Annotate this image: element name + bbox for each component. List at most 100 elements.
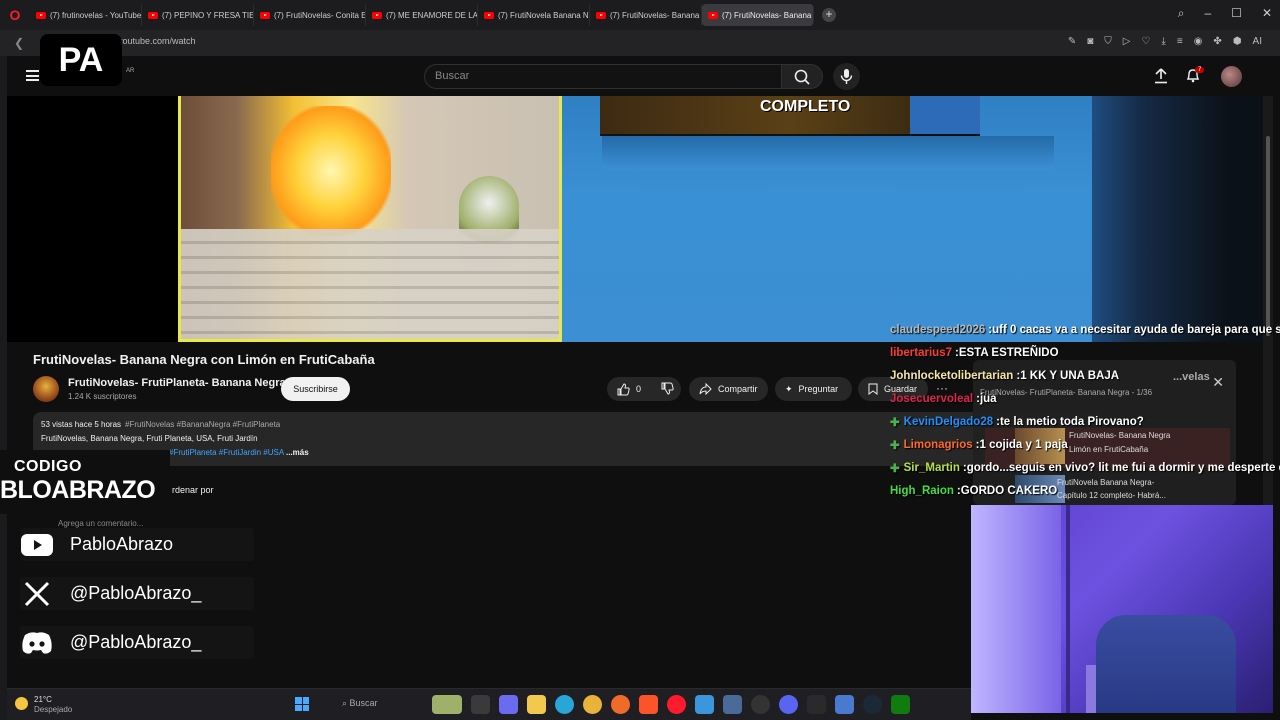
edge-icon[interactable] xyxy=(555,695,574,714)
avatar[interactable] xyxy=(1221,66,1242,87)
task-view-icon[interactable] xyxy=(471,695,490,714)
tab-label: (7) FrutiNovelas- Conita El xyxy=(274,10,366,20)
menu-icon[interactable]: ≡ xyxy=(1177,36,1183,47)
tab-1[interactable]: (7) frutinovelas - YouTube xyxy=(30,4,142,26)
tab-3[interactable]: (7) FrutiNovelas- Conita El xyxy=(254,4,366,26)
search-icon xyxy=(794,69,810,85)
chat-message: ✚ KevinDelgado28 : te la metio toda Pirov… xyxy=(890,416,1144,429)
scrollbar-thumb[interactable] xyxy=(1266,136,1270,336)
tab-7-active[interactable]: (7) FrutiNovelas- Banana xyxy=(702,4,814,26)
minimize-icon[interactable]: – xyxy=(1204,6,1211,21)
chat-text: ESTA ESTREÑIDO xyxy=(958,347,1059,359)
ask-button[interactable]: ✦ Preguntar xyxy=(775,377,852,401)
chat-text: gordo...seguis en vivo? lit me fui a dor… xyxy=(966,462,1280,474)
steam-icon[interactable] xyxy=(863,695,882,714)
banner-text: COMPLETO xyxy=(760,98,851,115)
webcam-wall xyxy=(971,505,1061,713)
chat-username: High_Raion xyxy=(890,485,954,497)
chat-username: Josecuervoleal xyxy=(890,393,974,405)
back-arrow-icon[interactable]: ❮ xyxy=(14,36,24,50)
widgets-icon[interactable] xyxy=(432,695,462,714)
window-controls: ⌕ – ☐ ✕ xyxy=(1178,6,1272,21)
description-text: FrutiNovelas, Banana Negra, Fruti Planet… xyxy=(41,434,258,443)
notification-badge: 7 xyxy=(1195,67,1205,73)
vscode-icon[interactable] xyxy=(695,695,714,714)
chat-message: ✚ Limonagrios : 1 cojida y 1 paja xyxy=(890,439,1068,452)
discord-icon xyxy=(20,626,54,659)
chat-badge-icon: ✚ xyxy=(890,417,900,429)
xbox-icon[interactable] xyxy=(891,695,910,714)
voice-search-button[interactable] xyxy=(833,63,860,90)
microphone-icon xyxy=(840,69,853,84)
stream-chat-overlay: claudespeed2026 : uff 0 cacas va a neces… xyxy=(890,320,1280,505)
subscribe-button[interactable]: Suscribirse xyxy=(281,377,350,401)
like-dislike-group: 0 xyxy=(607,377,681,401)
video-player[interactable]: COMPLETO xyxy=(7,96,1263,342)
tab-4[interactable]: (7) ME ENAMORE DE LA N xyxy=(366,4,478,26)
weather-temperature[interactable]: 21°C xyxy=(34,695,52,704)
tab-6[interactable]: (7) FrutiNovelas- Banana I xyxy=(590,4,702,26)
tab-label: (7) frutinovelas - YouTube xyxy=(50,10,142,20)
tab-2[interactable]: (7) PEPINO Y FRESA TIENE xyxy=(142,4,254,26)
channel-avatar[interactable] xyxy=(33,376,59,402)
copilot-icon[interactable] xyxy=(499,695,518,714)
browser-toolbar: ✎ ◙ ⛉ ▷ ♡ ⤓ ≡ ◉ ✤ ⬢ AI xyxy=(1068,36,1262,47)
sort-comments-button[interactable]: rdenar por xyxy=(172,485,214,495)
discord-taskbar-icon[interactable] xyxy=(779,695,798,714)
tab-label: (7) FrutiNovela Banana Ne xyxy=(498,10,590,20)
file-explorer-icon[interactable] xyxy=(527,695,546,714)
brave-icon[interactable] xyxy=(639,695,658,714)
description-tags[interactable]: #FrutiNovelas #BananaNegra #FrutiPlaneta xyxy=(125,420,280,429)
region-label: AR xyxy=(126,68,135,74)
shield-icon[interactable]: ⛉ xyxy=(1104,36,1112,47)
profile-icon[interactable]: ◉ xyxy=(1194,36,1203,47)
store-icon[interactable] xyxy=(723,695,742,714)
cube-icon[interactable]: ⬢ xyxy=(1233,36,1242,47)
search-tabs-icon[interactable]: ⌕ xyxy=(1178,6,1185,21)
taskbar-search[interactable]: ⌕ Buscar xyxy=(342,698,378,709)
chat-text: te la metio toda Pirovano? xyxy=(999,416,1144,428)
search-input[interactable]: Buscar xyxy=(424,64,782,89)
windows-start-icon[interactable] xyxy=(295,697,309,711)
download-icon[interactable]: ⤓ xyxy=(1161,36,1165,47)
channel-name[interactable]: FrutiNovelas- FrutiPlaneta- Banana Negra xyxy=(68,377,286,389)
firefox-icon[interactable] xyxy=(611,695,630,714)
description-hashtags[interactable]: #FrutiPlaneta #FrutiJardin #USA xyxy=(169,448,284,457)
close-icon[interactable]: ✕ xyxy=(1262,6,1272,21)
dislike-button[interactable] xyxy=(661,382,674,397)
camera-icon[interactable]: ◙ xyxy=(1087,36,1093,47)
youtube-tab-icon xyxy=(596,11,606,19)
social-youtube-label: PabloAbrazo xyxy=(70,534,174,554)
video-frame-left xyxy=(178,96,562,342)
app-icon[interactable] xyxy=(835,695,854,714)
upload-icon[interactable] xyxy=(1154,68,1168,84)
like-button[interactable]: 0 xyxy=(617,382,641,396)
search-button[interactable] xyxy=(781,64,823,89)
tab-5[interactable]: (7) FrutiNovela Banana Ne xyxy=(478,4,590,26)
share-button[interactable]: Compartir xyxy=(689,377,768,401)
ai-button[interactable]: AI xyxy=(1253,36,1262,47)
play-icon[interactable]: ▷ xyxy=(1123,36,1131,47)
social-youtube: PabloAbrazo xyxy=(20,528,254,561)
edit-icon[interactable]: ✎ xyxy=(1068,36,1076,47)
heart-icon[interactable]: ♡ xyxy=(1141,36,1150,47)
taskbar-apps xyxy=(432,695,910,714)
maximize-icon[interactable]: ☐ xyxy=(1231,6,1242,21)
add-comment-input[interactable]: Agrega un comentario... xyxy=(58,519,143,528)
thumbs-down-icon xyxy=(661,382,674,395)
terminal-icon[interactable] xyxy=(807,695,826,714)
chrome-icon[interactable] xyxy=(583,695,602,714)
opera-logo-icon[interactable]: O xyxy=(0,0,30,30)
show-more-link[interactable]: ...más xyxy=(286,448,309,457)
youtube-tab-icon xyxy=(148,11,158,19)
new-tab-button[interactable]: + xyxy=(822,8,836,22)
x-icon xyxy=(20,577,54,610)
address-bar: ❮ youtube.com/watch ✎ ◙ ⛉ ▷ ♡ ⤓ ≡ ◉ ✤ ⬢ … xyxy=(0,30,1280,56)
opera-icon[interactable] xyxy=(667,695,686,714)
github-icon[interactable] xyxy=(751,695,770,714)
tab-label: (7) FrutiNovelas- Banana I xyxy=(610,10,702,20)
chat-text: jua xyxy=(979,393,997,405)
extension-icon[interactable]: ✤ xyxy=(1213,36,1221,47)
hamburger-menu-icon[interactable] xyxy=(26,70,39,81)
url-field[interactable]: youtube.com/watch xyxy=(118,36,196,46)
